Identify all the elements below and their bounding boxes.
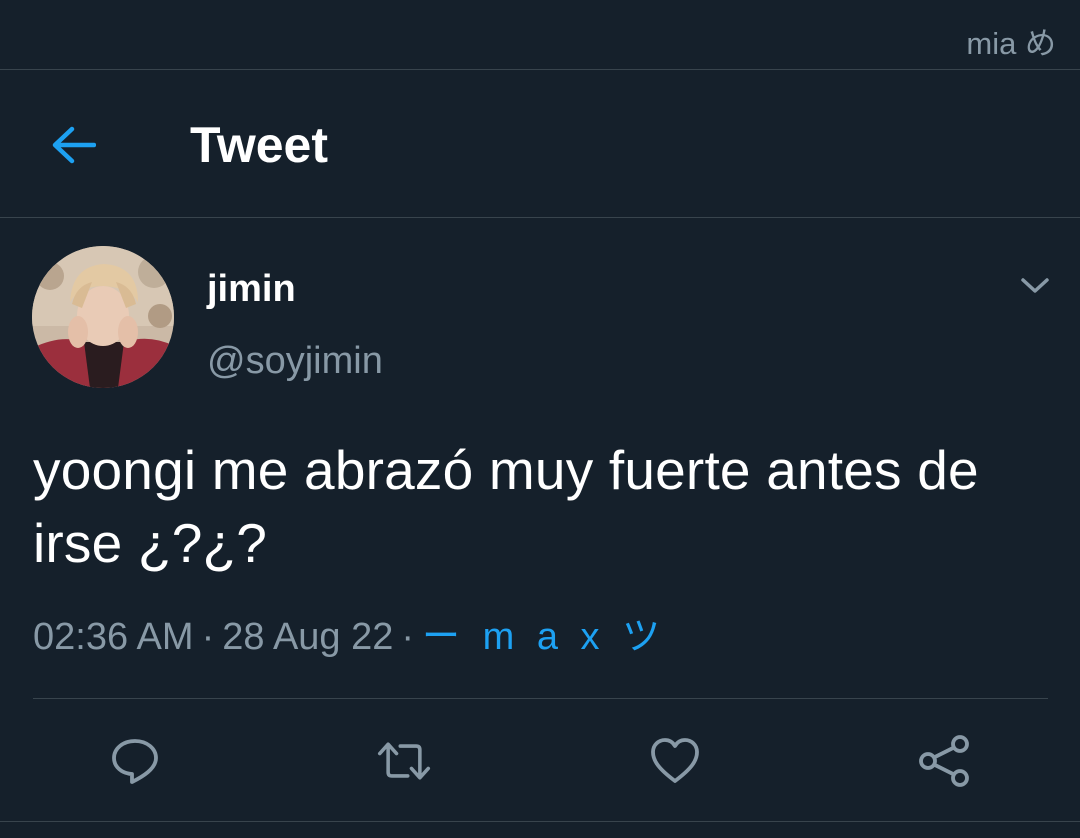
share-icon	[919, 735, 969, 787]
heart-icon	[651, 738, 699, 783]
header-divider	[0, 217, 1080, 218]
meta-separator: ·	[201, 616, 215, 658]
retweet-button[interactable]	[376, 733, 432, 789]
tweet-meta: 02:36 AM · 28 Aug 22 · ー m a x ツ	[33, 614, 666, 660]
author-display-name[interactable]: jimin	[207, 266, 296, 312]
like-button[interactable]	[647, 733, 703, 789]
reply-button[interactable]	[107, 733, 163, 789]
page-title: Tweet	[190, 117, 328, 173]
share-button[interactable]	[916, 733, 972, 789]
author-handle[interactable]: @soyjimin	[207, 338, 383, 384]
meta-separator: ·	[401, 616, 415, 658]
avatar-image	[32, 246, 174, 388]
header-bar: Tweet	[0, 70, 1080, 217]
tweet-time: 02:36 AM	[33, 616, 194, 658]
bottom-divider	[0, 821, 1080, 822]
status-text: mia め	[966, 26, 1056, 61]
back-button[interactable]	[40, 112, 106, 178]
avatar[interactable]	[32, 246, 174, 388]
reply-icon	[112, 739, 158, 784]
tweet-text: yoongi me abrazó muy fuerte antes de irs…	[33, 439, 979, 574]
tweet-source-link[interactable]: ー m a x ツ	[422, 616, 666, 658]
action-bar	[0, 699, 1080, 821]
chevron-down-icon	[1021, 278, 1049, 293]
tweet-date: 28 Aug 22	[222, 616, 394, 658]
more-options-button[interactable]	[1010, 264, 1060, 308]
status-bar: mia め	[0, 0, 1080, 70]
arrow-left-icon	[52, 126, 96, 164]
retweet-icon	[377, 742, 431, 780]
